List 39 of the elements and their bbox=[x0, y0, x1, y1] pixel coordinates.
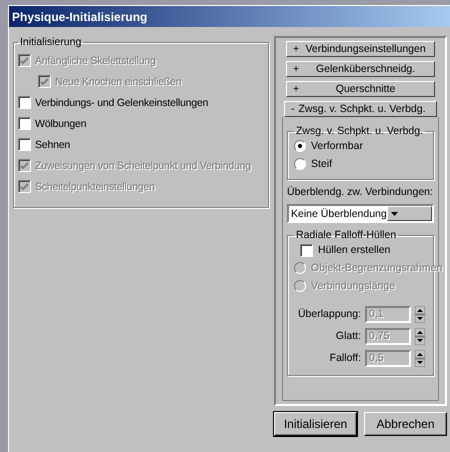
checkbox-label: Scheitelpunkteinstellungen bbox=[35, 180, 155, 192]
checkmark-icon bbox=[20, 56, 29, 64]
checkbox[interactable] bbox=[18, 138, 31, 151]
checkmark-icon bbox=[20, 162, 29, 170]
blend-dropdown[interactable]: Keine Überblendung bbox=[287, 204, 434, 223]
group-title: Radiale Falloff-Hüllen bbox=[295, 229, 398, 241]
group-title: Zwsg. v. Schpkt. u. Verbdg. bbox=[295, 125, 424, 137]
spinner-label: Überlappung: bbox=[298, 308, 361, 320]
checkbox-label: Sehnen bbox=[35, 138, 70, 150]
radio-label: Verbindungslänge bbox=[311, 280, 396, 292]
rollout-header[interactable]: - Zwsg. v. Schpkt. u. Verbdg. bbox=[284, 101, 437, 117]
spinner-arrows-icon[interactable] bbox=[415, 306, 425, 322]
spinner-arrows-icon[interactable] bbox=[415, 350, 425, 366]
checkbox-label: Neue Knochen einschließen bbox=[55, 76, 182, 88]
blend-label: Überblendg. zw. Verbindungen: bbox=[287, 186, 434, 198]
window-title: Physique-Initialisierung bbox=[9, 6, 450, 27]
checkbox-label: Hüllen erstellen bbox=[318, 244, 390, 256]
radio-label: Steif bbox=[311, 158, 332, 170]
dialog-button[interactable]: Initialisieren bbox=[274, 412, 357, 436]
radio-button[interactable] bbox=[294, 158, 306, 170]
rollout-header[interactable]: + Verbindungseinstellungen bbox=[286, 41, 435, 57]
radio-button[interactable] bbox=[294, 140, 306, 152]
checkbox[interactable] bbox=[300, 244, 313, 256]
rollout-header[interactable]: + Gelenküberschneidg. bbox=[286, 61, 435, 77]
spinner-label: Falloff: bbox=[330, 352, 361, 364]
checkbox-label: Zuweisungen von Scheitelpunkt und Verbindung bbox=[35, 160, 251, 172]
checkmark-icon bbox=[40, 78, 49, 86]
checkbox[interactable] bbox=[18, 96, 31, 109]
checkmark-icon bbox=[20, 182, 29, 190]
spinner-arrows-icon[interactable] bbox=[415, 328, 425, 344]
checkbox-label: Wölbungen bbox=[35, 118, 86, 130]
checkbox-label: Anfängliche Skelettstellung bbox=[35, 54, 156, 66]
checkbox-label: Verbindungs- und Gelenkeinstellungen bbox=[35, 96, 208, 108]
spinner-label: Glatt: bbox=[336, 330, 361, 342]
group-title: Initialisierung bbox=[19, 36, 82, 48]
checkbox[interactable] bbox=[18, 117, 31, 130]
radio-label: Verformbar bbox=[311, 140, 363, 152]
rollout-header[interactable]: + Querschnitte bbox=[286, 81, 435, 97]
dialog-button[interactable]: Abbrechen bbox=[364, 412, 447, 436]
